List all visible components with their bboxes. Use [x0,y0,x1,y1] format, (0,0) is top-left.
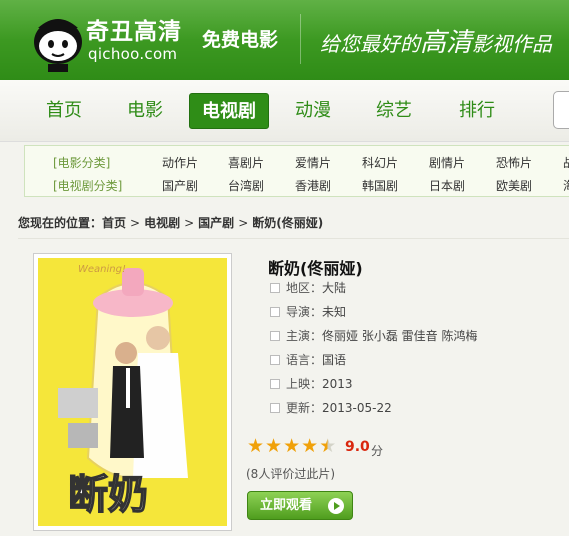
category-link[interactable]: 动作片 [162,154,198,171]
category-link[interactable]: 喜剧片 [228,154,264,171]
breadcrumb-item-tv[interactable]: 电视剧 [144,216,180,230]
info-row-updated: 更新：2013-05-22 [270,399,392,416]
info-row-region: 地区：大陆 [270,279,346,296]
poster-frame[interactable]: 断奶 Weaning! [33,253,232,531]
header-slogan: 给您最好的高清影视作品 [320,22,552,59]
bullet-box-icon [270,283,280,293]
main-nav: 首页 电影 电视剧 动漫 综艺 排行 [0,80,569,142]
star-icon[interactable]: ★ [265,437,282,456]
bullet-box-icon [270,307,280,317]
info-row-director: 导演：未知 [270,303,346,320]
poster-title-text: 断奶 [68,472,148,518]
region-value[interactable]: 大陆 [322,281,346,295]
nav-item-ranking[interactable]: 排行 [451,93,503,129]
movie-category-label: [电影分类] [53,156,111,170]
category-link[interactable]: 战 [563,154,569,171]
director-label: 导演： [286,305,323,319]
star-half-icon[interactable]: ★ [319,437,336,456]
watch-now-label: 立即观看 [260,498,313,513]
category-link[interactable]: 爱情片 [295,154,331,171]
nav-item-anime[interactable]: 动漫 [287,93,339,129]
info-row-release: 上映：2013 [270,375,353,392]
movie-title: 断奶(佟丽娅) [268,259,363,278]
star-rating[interactable]: ★ ★ ★ ★ ★ [247,437,337,456]
info-row-language: 语言：国语 [270,351,346,368]
category-link[interactable]: 日本剧 [429,177,465,194]
bullet-box-icon [270,403,280,413]
nav-item-variety[interactable]: 综艺 [368,93,420,129]
rating-unit: 分 [371,444,384,458]
star-icon[interactable]: ★ [247,437,264,456]
breadcrumb-separator: > [238,216,249,230]
star-icon[interactable]: ★ [301,437,318,456]
slogan-highlight: 高清 [420,28,473,58]
cast-value[interactable]: 佟丽娅 张小磊 雷佳音 陈鸿梅 [322,329,477,343]
search-input[interactable] [553,91,569,129]
play-icon [328,498,344,514]
breadcrumb-item-current[interactable]: 断奶(佟丽娅) [252,216,323,230]
breadcrumb-separator: > [184,216,195,230]
content-divider [18,238,569,239]
updated-label: 更新： [286,401,323,415]
nav-item-movies[interactable]: 电影 [119,93,171,129]
region-label: 地区： [286,281,323,295]
mascot-logo-icon[interactable] [30,8,86,72]
release-label: 上映： [286,377,323,391]
breadcrumb-item-domestic[interactable]: 国产剧 [198,216,234,230]
category-link[interactable]: 剧情片 [429,154,465,171]
site-header: 奇丑高清 qichoo.com 免费电影 给您最好的高清影视作品 [0,0,569,80]
breadcrumb-prefix: 您现在的位置： [18,216,103,230]
nav-item-home[interactable]: 首页 [38,93,90,129]
breadcrumb-item-home[interactable]: 首页 [102,216,126,230]
header-divider [300,14,301,64]
star-icon[interactable]: ★ [283,437,300,456]
slogan-prefix: 给您最好的 [320,32,420,56]
info-row-cast: 主演：佟丽娅 张小磊 雷佳音 陈鸿梅 [270,327,477,344]
release-value: 2013 [322,377,353,391]
poster-tag-text: Weaning! [78,264,126,275]
category-link[interactable]: 恐怖片 [496,154,532,171]
logo-domain[interactable]: qichoo.com [88,45,177,63]
bullet-box-icon [270,379,280,389]
category-link[interactable]: 科幻片 [362,154,398,171]
updated-value: 2013-05-22 [322,401,392,415]
category-link[interactable]: 国产剧 [162,177,198,194]
bullet-box-icon [270,331,280,341]
category-link[interactable]: 台湾剧 [228,177,264,194]
category-link[interactable]: 欧美剧 [496,177,532,194]
rating-score: 9.0 [345,439,370,455]
watch-now-button[interactable]: 立即观看 [247,491,353,520]
tv-category-label: [电视剧分类] [53,179,123,193]
category-box: [电影分类] [电视剧分类] 动作片 喜剧片 爱情片 科幻片 剧情片 恐怖片 战… [24,145,569,197]
director-value[interactable]: 未知 [322,305,346,319]
language-label: 语言： [286,353,323,367]
cast-label: 主演： [286,329,323,343]
movie-poster[interactable]: 断奶 Weaning! [38,258,227,526]
poster-image: 断奶 Weaning! [38,258,227,526]
bullet-box-icon [270,355,280,365]
category-link[interactable]: 香港剧 [295,177,331,194]
vote-count: (8人评价过此片) [246,467,335,481]
nav-item-tv[interactable]: 电视剧 [189,93,269,129]
slogan-suffix: 影视作品 [472,32,553,56]
breadcrumb: 您现在的位置：首页 > 电视剧 > 国产剧 > 断奶(佟丽娅) [18,214,323,231]
language-value: 国语 [322,353,347,367]
category-link[interactable]: 海 [563,177,569,194]
category-link[interactable]: 韩国剧 [362,177,398,194]
breadcrumb-separator: > [130,216,141,230]
logo-title[interactable]: 奇丑高清 [86,12,182,46]
free-movie-tagline: 免费电影 [202,29,279,51]
